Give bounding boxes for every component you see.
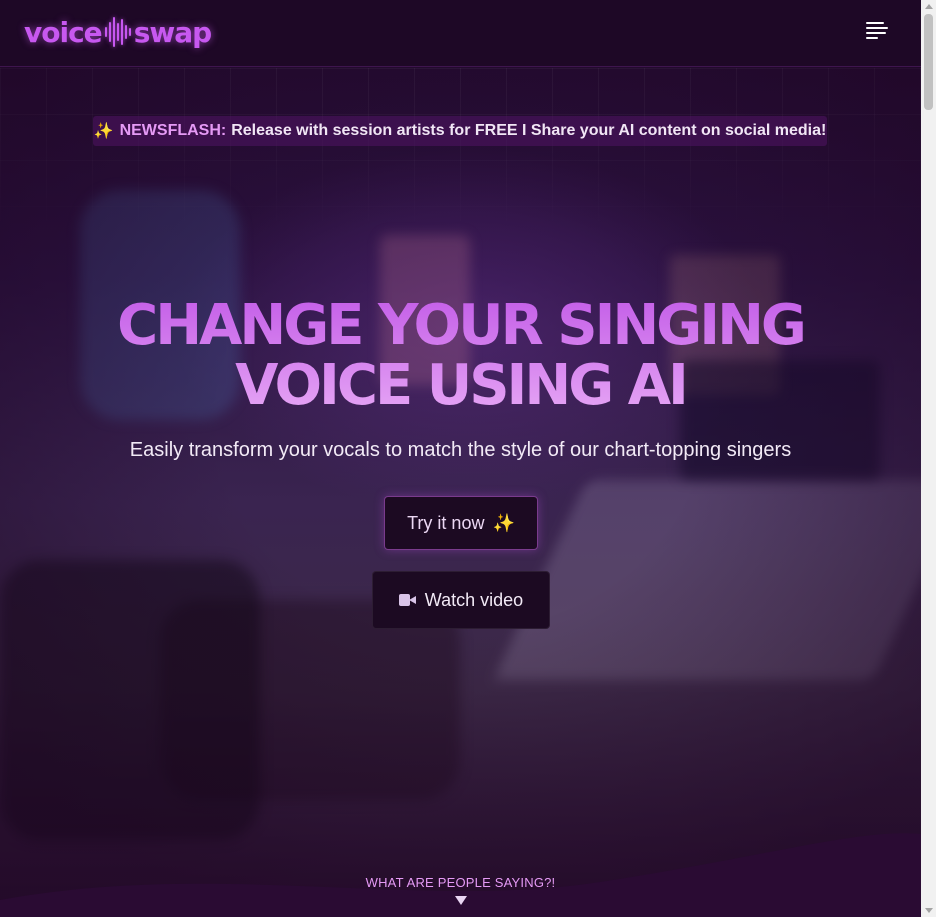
logo-word-swap: swap [133,15,212,49]
newsflash-tag: NEWSFLASH: [119,122,227,139]
try-it-now-label: Try it now [407,512,485,533]
scroll-up-arrow-icon[interactable] [925,4,933,9]
video-camera-icon [398,594,416,606]
try-it-now-button[interactable]: Try it now ✨ [384,496,538,550]
sparkles-icon: ✨ [93,123,114,140]
what-are-people-saying-link[interactable]: WHAT ARE PEOPLE SAYING?! [0,875,921,890]
vertical-scrollbar[interactable] [921,0,936,917]
triangle-down-icon[interactable] [455,896,467,905]
watch-video-label: Watch video [424,589,524,610]
site-header: voice swap [0,0,921,67]
hamburger-menu-icon[interactable] [866,22,890,42]
logo-word-voice: voice [24,15,103,49]
soundwave-icon [104,15,131,49]
hero-title-line-2: VOICE USING AI [235,353,686,418]
watch-video-button[interactable]: Watch video [372,571,550,629]
sparkles-icon: ✨ [492,512,515,533]
scrollbar-thumb[interactable] [924,14,933,110]
page: voice swap ✨ NEWSFLASH: Release with ses… [0,0,921,917]
voiceswap-logo[interactable]: voice swap [24,12,212,52]
newsflash-banner[interactable]: ✨ NEWSFLASH: Release with session artist… [93,116,827,146]
hero-title-line-1: CHANGE YOUR SINGING [117,293,804,358]
hero-title: CHANGE YOUR SINGING VOICE USING AI [0,296,921,416]
newsflash-message: Release with session artists for FREE I … [231,122,827,139]
hero-subtitle: Easily transform your vocals to match th… [129,439,792,461]
scroll-down-arrow-icon[interactable] [925,908,933,913]
